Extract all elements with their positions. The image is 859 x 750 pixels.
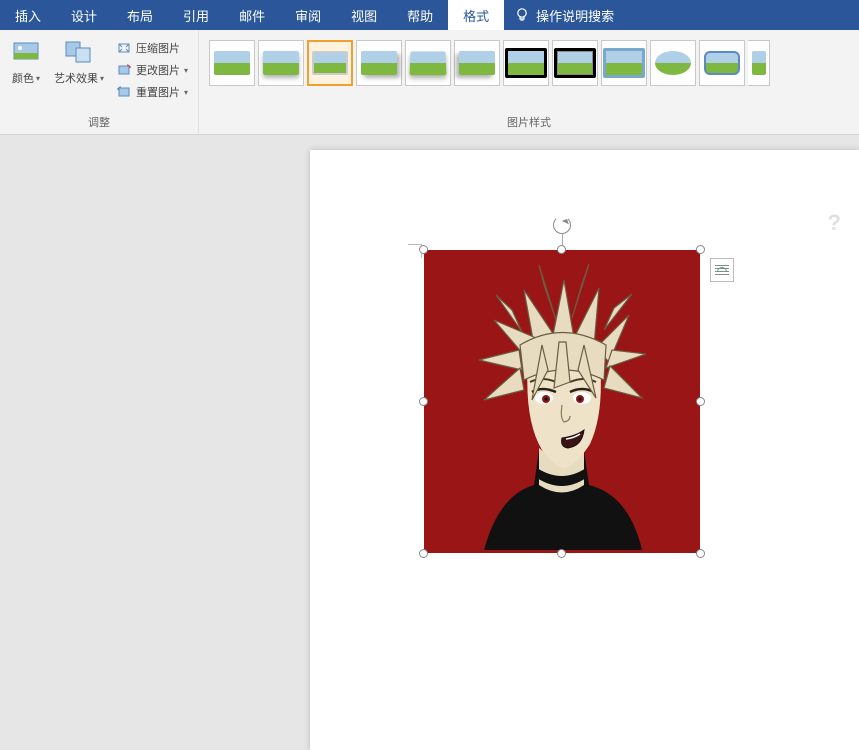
ribbon-tabs: 插入 设计 布局 引用 邮件 审阅 视图 帮助 格式 操作说明搜索 — [0, 0, 859, 30]
resize-handle-mr[interactable] — [696, 397, 705, 406]
picture-styles-gallery — [205, 34, 853, 112]
picture-style-9[interactable] — [601, 40, 647, 86]
picture-style-1[interactable] — [209, 40, 255, 86]
picture-style-5[interactable] — [405, 40, 451, 86]
dropdown-arrow-icon: ▾ — [184, 88, 188, 97]
dropdown-arrow-icon: ▾ — [100, 74, 104, 83]
picture-style-12[interactable] — [748, 40, 770, 86]
reset-picture-button[interactable]: 重置图片▾ — [112, 82, 192, 102]
resize-handle-bl[interactable] — [419, 549, 428, 558]
resize-handle-br[interactable] — [696, 549, 705, 558]
ribbon-group-adjust: 颜色▾ 艺术效果▾ 压缩图片 更改图片▾ 重置图片▾ — [0, 30, 199, 134]
layout-options-icon — [715, 265, 729, 275]
group-label-adjust: 调整 — [6, 112, 192, 134]
picture-style-10[interactable] — [650, 40, 696, 86]
dropdown-arrow-icon: ▾ — [36, 74, 40, 83]
compress-pictures-button[interactable]: 压缩图片 — [112, 38, 192, 58]
resize-handle-tl[interactable] — [419, 245, 428, 254]
picture-style-7[interactable] — [503, 40, 549, 86]
picture-style-6[interactable] — [454, 40, 500, 86]
tell-me-label: 操作说明搜索 — [536, 6, 614, 25]
layout-options-button[interactable] — [710, 258, 734, 282]
group-label-styles: 图片样式 — [205, 112, 853, 134]
tab-view[interactable]: 视图 — [336, 0, 392, 30]
tab-help[interactable]: 帮助 — [392, 0, 448, 30]
dropdown-arrow-icon: ▾ — [184, 66, 188, 75]
tell-me-search[interactable]: 操作说明搜索 — [504, 0, 624, 30]
tab-references[interactable]: 引用 — [168, 0, 224, 30]
artistic-icon — [63, 36, 95, 68]
change-picture-button[interactable]: 更改图片▾ — [112, 60, 192, 80]
tab-mailings[interactable]: 邮件 — [224, 0, 280, 30]
ribbon-group-picture-styles: 图片样式 — [199, 30, 859, 134]
color-button[interactable]: 颜色▾ — [6, 34, 46, 88]
tab-layout[interactable]: 布局 — [112, 0, 168, 30]
reset-picture-icon — [116, 84, 132, 100]
resize-handle-bc[interactable] — [557, 549, 566, 558]
tab-insert[interactable]: 插入 — [0, 0, 56, 30]
rotate-handle[interactable] — [553, 216, 571, 234]
picture-style-4[interactable] — [356, 40, 402, 86]
picture-style-3[interactable] — [307, 40, 353, 86]
compress-icon — [116, 40, 132, 56]
selected-image[interactable] — [424, 250, 700, 553]
help-hint-icon: ? — [828, 210, 841, 236]
resize-handle-tr[interactable] — [696, 245, 705, 254]
document-area: ? — [0, 135, 859, 587]
tab-design[interactable]: 设计 — [56, 0, 112, 30]
resize-handle-tc[interactable] — [557, 245, 566, 254]
picture-style-11[interactable] — [699, 40, 745, 86]
change-picture-icon — [116, 62, 132, 78]
resize-handle-ml[interactable] — [419, 397, 428, 406]
embedded-image — [424, 250, 700, 553]
document-page[interactable]: ? — [310, 150, 859, 750]
tab-format[interactable]: 格式 — [448, 0, 504, 30]
picture-style-2[interactable] — [258, 40, 304, 86]
picture-style-8[interactable] — [552, 40, 598, 86]
color-icon — [10, 36, 42, 68]
ribbon: 颜色▾ 艺术效果▾ 压缩图片 更改图片▾ 重置图片▾ — [0, 30, 859, 135]
lightbulb-icon — [514, 7, 530, 23]
artistic-effects-button[interactable]: 艺术效果▾ — [50, 34, 108, 88]
tab-review[interactable]: 审阅 — [280, 0, 336, 30]
